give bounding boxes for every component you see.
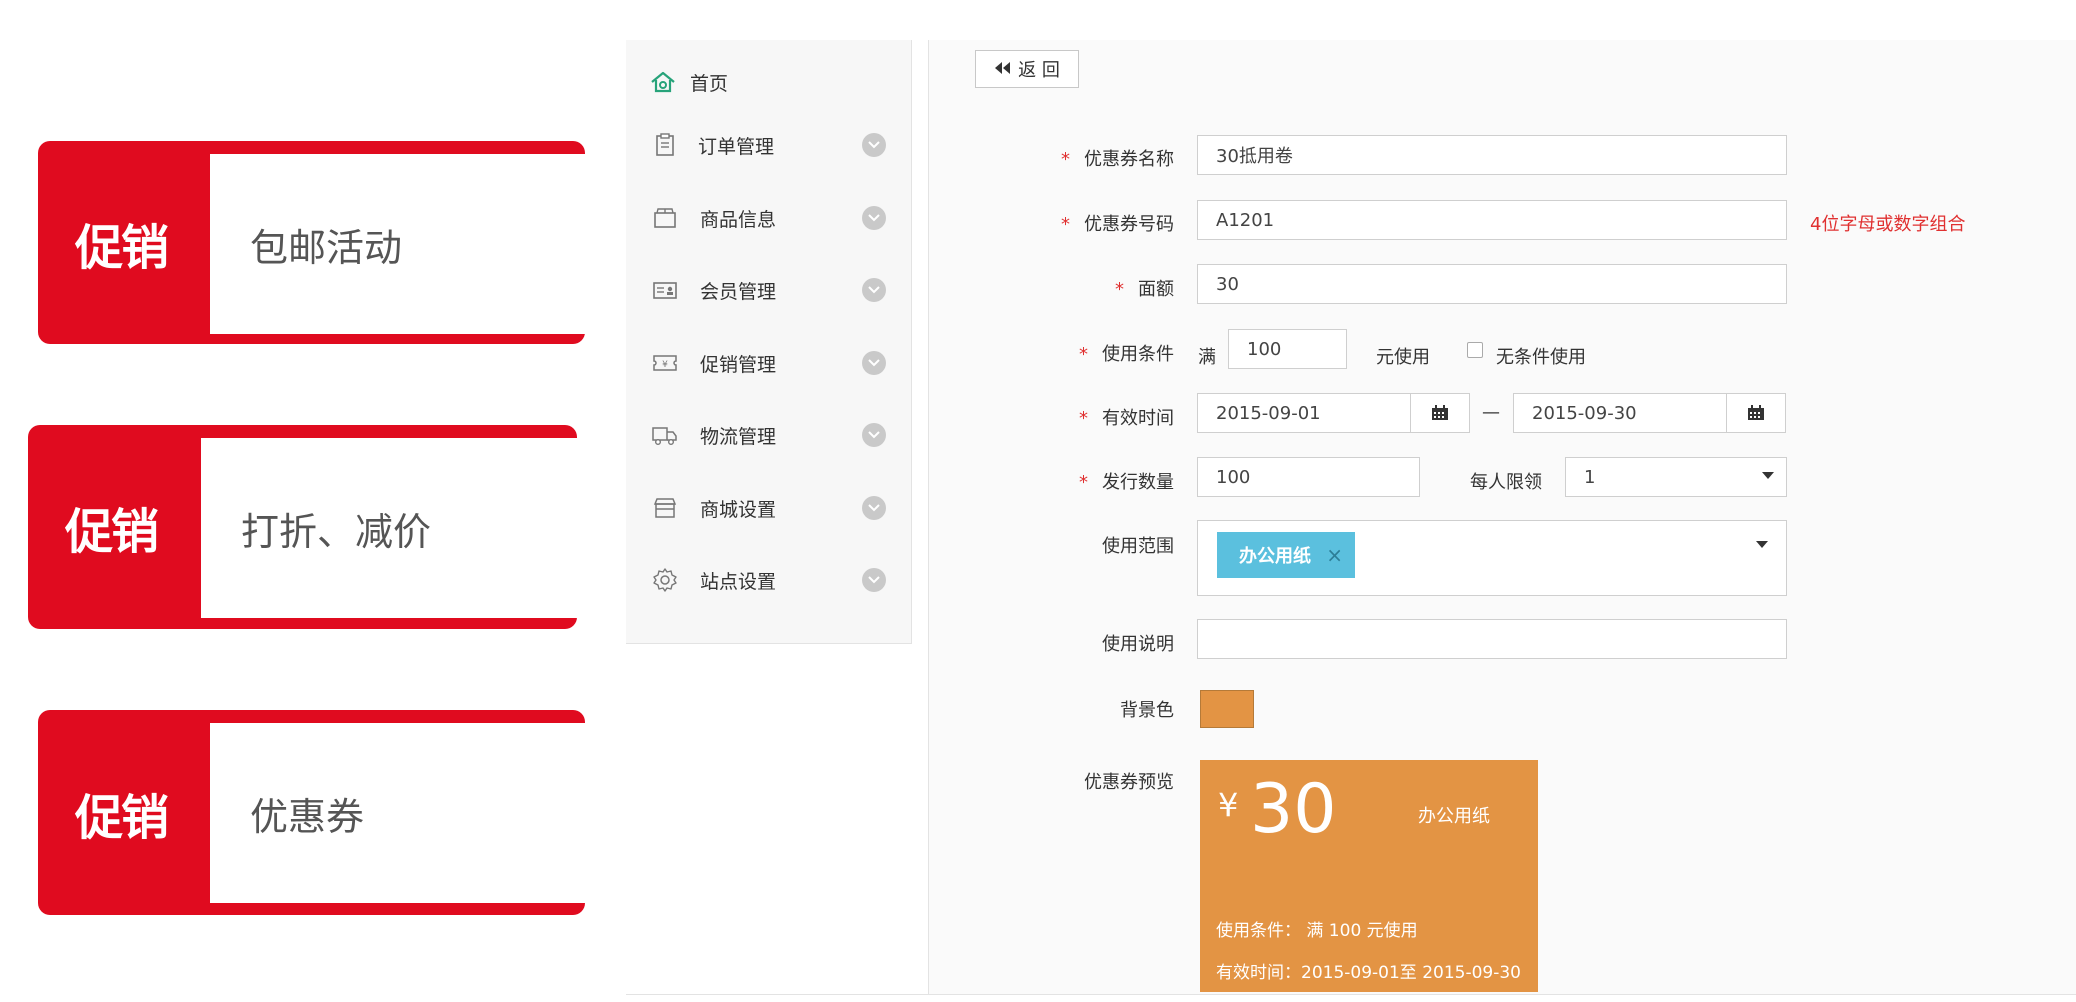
required-mark: * bbox=[1061, 149, 1070, 170]
face-value-input[interactable]: 30 bbox=[1197, 264, 1787, 304]
sidebar-item-products[interactable]: 商品信息 bbox=[626, 198, 912, 238]
coupon-validity: 有效时间：2015-09-01至 2015-09-30 bbox=[1216, 963, 1521, 983]
coupon-condition: 使用条件： 满 100 元使用 bbox=[1216, 921, 1418, 941]
promo-tag: 促销 bbox=[74, 219, 169, 276]
validity-end-input[interactable]: 2015-09-30 bbox=[1513, 393, 1727, 433]
sidebar-item-label: 商品信息 bbox=[700, 208, 777, 231]
coupon-name-input[interactable]: 30抵用卷 bbox=[1197, 135, 1787, 175]
required-mark: * bbox=[1061, 214, 1070, 235]
per-person-label: 每人限领 bbox=[1470, 472, 1542, 493]
sidebar-item-members[interactable]: 会员管理 bbox=[626, 270, 912, 310]
store-icon bbox=[652, 495, 678, 521]
member-card-icon bbox=[652, 277, 678, 303]
sidebar-item-home[interactable]: 首页 bbox=[626, 62, 912, 102]
dropdown-caret-icon bbox=[1762, 472, 1774, 479]
dropdown-caret-icon bbox=[1756, 541, 1768, 548]
calendar-icon[interactable] bbox=[1410, 393, 1470, 433]
quantity-input[interactable]: 100 bbox=[1197, 457, 1420, 497]
back-button-label: 返 回 bbox=[1018, 60, 1060, 81]
chevron-down-icon[interactable] bbox=[862, 206, 886, 230]
coupon-amount: 30 bbox=[1250, 770, 1337, 849]
condition-suffix: 元使用 bbox=[1376, 347, 1430, 368]
required-mark: * bbox=[1115, 279, 1124, 300]
back-button[interactable]: 返 回 bbox=[975, 50, 1079, 88]
sidebar-item-logistics[interactable]: 物流管理 bbox=[626, 415, 912, 455]
sidebar-item-label: 站点设置 bbox=[700, 570, 777, 593]
description-label: 使用说明 bbox=[1102, 634, 1174, 655]
chevron-down-icon[interactable] bbox=[862, 423, 886, 447]
validity-separator: — bbox=[1482, 402, 1500, 423]
no-condition-checkbox[interactable] bbox=[1467, 342, 1483, 358]
gear-icon bbox=[652, 567, 678, 593]
double-left-arrow-icon bbox=[994, 59, 1012, 80]
face-value-label: * 面额 bbox=[1115, 279, 1174, 300]
sidebar-item-promotions[interactable]: ¥ 促销管理 bbox=[626, 343, 912, 383]
sidebar-item-label: 会员管理 bbox=[700, 280, 777, 303]
promo-title: 包邮活动 bbox=[210, 154, 608, 334]
scope-tag[interactable]: 办公用纸 × bbox=[1217, 532, 1355, 578]
promo-card-free-shipping[interactable]: 促销 包邮活动 bbox=[38, 141, 608, 344]
coupon-code-input[interactable]: A1201 bbox=[1197, 200, 1787, 240]
coupon-code-label: * 优惠券号码 bbox=[1061, 214, 1174, 235]
bottom-divider bbox=[626, 994, 2076, 995]
box-icon bbox=[652, 205, 678, 231]
sidebar-item-label: 商城设置 bbox=[700, 498, 777, 521]
sidebar-item-label: 促销管理 bbox=[700, 353, 777, 376]
required-mark: * bbox=[1079, 344, 1088, 365]
chevron-down-icon[interactable] bbox=[862, 133, 886, 157]
coupon-preview: ¥ 30 办公用纸 使用条件： 满 100 元使用 有效时间：2015-09-0… bbox=[1200, 760, 1538, 992]
validity-start-input[interactable]: 2015-09-01 bbox=[1197, 393, 1411, 433]
promo-tag: 促销 bbox=[64, 504, 159, 560]
required-mark: * bbox=[1079, 408, 1088, 429]
condition-amount-input[interactable]: 100 bbox=[1228, 329, 1347, 369]
clipboard-icon bbox=[652, 132, 678, 158]
calendar-icon[interactable] bbox=[1726, 393, 1786, 433]
sidebar-item-label: 首页 bbox=[690, 72, 729, 95]
promo-card-discount[interactable]: 促销 打折、减价 bbox=[28, 425, 592, 629]
quantity-label: * 发行数量 bbox=[1079, 472, 1174, 493]
sidebar-item-label: 物流管理 bbox=[700, 425, 777, 448]
promo-title: 打折、减价 bbox=[201, 438, 592, 618]
chevron-down-icon[interactable] bbox=[862, 351, 886, 375]
coupon-name-label: * 优惠券名称 bbox=[1061, 149, 1174, 170]
bg-color-label: 背景色 bbox=[1120, 700, 1174, 721]
coupon-scope: 办公用纸 bbox=[1418, 806, 1490, 827]
promo-card-coupon[interactable]: 促销 优惠券 bbox=[38, 710, 608, 915]
sidebar-item-orders[interactable]: 订单管理 bbox=[626, 125, 912, 165]
no-condition-label[interactable]: 无条件使用 bbox=[1496, 343, 1586, 369]
condition-prefix: 满 bbox=[1198, 347, 1216, 368]
per-person-select[interactable]: 1 bbox=[1565, 457, 1787, 497]
truck-icon bbox=[652, 422, 678, 448]
scope-label: 使用范围 bbox=[1102, 536, 1174, 557]
description-input[interactable] bbox=[1197, 619, 1787, 659]
svg-text:¥: ¥ bbox=[662, 360, 668, 370]
promo-title: 优惠券 bbox=[210, 723, 608, 903]
chevron-down-icon[interactable] bbox=[862, 496, 886, 520]
ticket-icon: ¥ bbox=[652, 350, 678, 376]
scope-tag-label: 办公用纸 bbox=[1239, 546, 1311, 567]
condition-label: * 使用条件 bbox=[1079, 344, 1174, 365]
sidebar-item-site-settings[interactable]: 站点设置 bbox=[626, 560, 912, 600]
panel-divider bbox=[928, 40, 929, 995]
coupon-code-hint: 4位字母或数字组合 bbox=[1810, 214, 1966, 235]
per-person-value: 1 bbox=[1584, 466, 1596, 488]
sidebar-item-label: 订单管理 bbox=[698, 135, 775, 158]
validity-label: * 有效时间 bbox=[1079, 408, 1174, 429]
promo-tag: 促销 bbox=[74, 789, 169, 846]
bg-color-swatch[interactable] bbox=[1200, 690, 1254, 728]
sidebar-item-store-settings[interactable]: 商城设置 bbox=[626, 488, 912, 528]
chevron-down-icon[interactable] bbox=[862, 278, 886, 302]
required-mark: * bbox=[1079, 472, 1088, 493]
home-icon bbox=[650, 69, 676, 95]
currency-symbol: ¥ bbox=[1218, 786, 1239, 824]
preview-label: 优惠券预览 bbox=[1084, 772, 1174, 793]
chevron-down-icon[interactable] bbox=[862, 568, 886, 592]
close-icon[interactable]: × bbox=[1326, 543, 1343, 567]
